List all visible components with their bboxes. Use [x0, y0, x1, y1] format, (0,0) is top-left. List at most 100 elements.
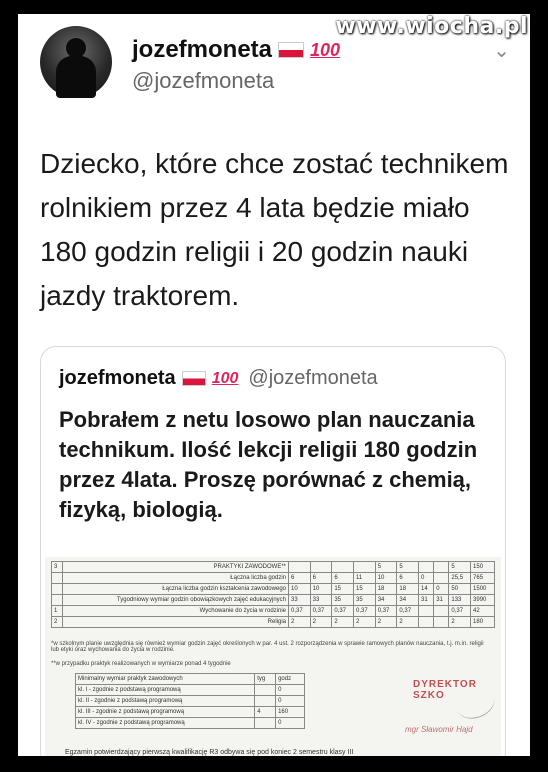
table-row: kl. IV - zgodnie z podstawą programową 0 [74, 717, 305, 729]
table-row: Łączna liczba godzin 6 6 6 11 10 6 0 25,5 765 [51, 572, 495, 584]
table-cell: 2 [51, 616, 63, 628]
table-cell: Łączna liczba godzin [61, 572, 290, 584]
table-cell: 0,37 [331, 605, 355, 617]
table-cell: 2 [309, 616, 333, 628]
table-cell: 0 [275, 695, 305, 707]
avatar[interactable] [40, 26, 112, 98]
table-cell: 50 [448, 583, 472, 595]
document-image: 3 PRAKTYKI ZAWODOWE** 5 5 5 150 Łączna liczba … [45, 557, 501, 756]
table-cell: kl. II - zgodnie z podstawą programową [74, 695, 256, 707]
table-row: Łączna liczba godzin kształcenia zawodow… [51, 583, 495, 595]
table-cell: 35 [353, 594, 376, 606]
quoted-author-row: jozefmoneta 100 @jozefmoneta [59, 367, 378, 390]
practice-table: Minimalny wymiar praktyk zawodowych tyg go… [74, 673, 305, 729]
table-row: kl. I - zgodnie z podstawą programową 0 [74, 684, 305, 696]
table-cell: Łączna liczba godzin kształcenia zawodow… [61, 583, 290, 595]
curriculum-table: 3 PRAKTYKI ZAWODOWE** 5 5 5 150 Łączna liczba … [51, 561, 495, 628]
table-cell: 0,37 [448, 605, 472, 617]
author-row: jozefmoneta 100 [132, 36, 340, 64]
table-cell: 133 [448, 594, 472, 606]
table-cell: 2 [396, 616, 420, 628]
table-row: 1 Wychowanie do życia w rodzinie 0,37 0,37 0… [51, 605, 495, 617]
table-cell: tyg [254, 673, 277, 685]
table-cell: 34 [374, 594, 398, 606]
table-cell [433, 572, 450, 584]
table-cell: 0,37 [396, 605, 420, 617]
table-cell: 33 [288, 594, 311, 606]
document-note: **w przypadku praktyk realizowanych w wy… [51, 661, 231, 667]
document-note: *w szkolnym planie uwzględnia się równie… [51, 641, 484, 653]
table-cell: 765 [470, 572, 495, 584]
table-cell: 5 [448, 561, 472, 573]
table-cell: 11 [353, 572, 376, 584]
table-cell: 15 [353, 583, 376, 595]
table-cell: 31 [433, 594, 450, 606]
quoted-author-name: jozefmoneta [59, 367, 176, 389]
tweet-text: Dziecko, które chce zostać technikem rol… [40, 148, 509, 311]
table-cell: 4 [254, 706, 277, 718]
table-cell [433, 616, 450, 628]
table-cell: 0,37 [353, 605, 376, 617]
table-cell: 35 [331, 594, 355, 606]
table-row: Minimalny wymiar praktyk zawodowych tyg go… [74, 673, 305, 685]
poland-flag-icon [181, 371, 206, 386]
table-cell [309, 561, 333, 573]
hundred-points-icon: 100 [310, 39, 341, 60]
table-cell: 150 [470, 561, 495, 573]
document-footer: Egzamin potwierdzający pierwszą kwalifik… [65, 749, 354, 756]
table-cell: 6 [288, 572, 311, 584]
table-cell: 2 [331, 616, 355, 628]
table-cell: 3990 [470, 594, 495, 606]
table-cell: 18 [396, 583, 420, 595]
table-cell: 33 [309, 594, 333, 606]
table-cell: 3 [51, 561, 63, 573]
table-cell: kl. III - zgodnie z podstawą programową [74, 706, 256, 718]
table-cell [254, 684, 277, 696]
quoted-tweet-text: Pobrałem z netu losowo plan nauczania te… [59, 407, 478, 522]
table-cell: 10 [309, 583, 333, 595]
table-row: 3 PRAKTYKI ZAWODOWE** 5 5 5 150 [51, 561, 495, 573]
table-cell [331, 561, 355, 573]
table-cell: 10 [288, 583, 311, 595]
table-cell: Religia [61, 616, 290, 628]
table-cell [51, 583, 63, 595]
table-cell: 31 [418, 594, 435, 606]
table-cell: 2 [448, 616, 472, 628]
table-cell: 1 [51, 605, 63, 617]
table-cell: kl. IV - zgodnie z podstawą programową [74, 717, 256, 729]
table-cell: 1500 [470, 583, 495, 595]
author-handle[interactable]: @jozefmoneta [132, 68, 274, 94]
table-cell: PRAKTYKI ZAWODOWE** [61, 561, 290, 573]
table-cell: 6 [396, 572, 420, 584]
table-cell [433, 605, 450, 617]
table-cell [353, 561, 376, 573]
hundred-points-icon: 100 [211, 369, 239, 387]
table-cell: Minimalny wymiar praktyk zawodowych [74, 673, 256, 685]
quoted-author-handle: @jozefmoneta [248, 367, 378, 389]
table-cell: kl. I - zgodnie z podstawą programową [74, 684, 256, 696]
chevron-down-icon[interactable]: ⌄ [493, 38, 510, 63]
table-cell: 10 [374, 572, 398, 584]
table-cell [418, 561, 435, 573]
table-cell: 25,5 [448, 572, 472, 584]
table-cell: 34 [396, 594, 420, 606]
table-cell [254, 695, 277, 707]
table-cell [418, 605, 435, 617]
table-cell: 14 [418, 583, 435, 595]
poland-flag-icon [278, 42, 305, 58]
table-cell: 0,37 [288, 605, 311, 617]
table-cell: 42 [470, 605, 495, 617]
table-cell [418, 616, 435, 628]
table-cell: 0 [275, 717, 305, 729]
quoted-tweet[interactable]: jozefmoneta 100 @jozefmoneta Pobrałem z … [40, 346, 506, 756]
table-cell: 5 [374, 561, 398, 573]
table-cell: 0 [433, 583, 450, 595]
author-name[interactable]: jozefmoneta [132, 36, 272, 64]
table-cell: 180 [470, 616, 495, 628]
table-cell: Wychowanie do życia w rodzinie [61, 605, 290, 617]
table-cell: 5 [396, 561, 420, 573]
table-cell: 2 [288, 616, 311, 628]
table-row: kl. II - zgodnie z podstawą programową 0 [74, 695, 305, 707]
signature-name: mgr Sławomir Hajd [405, 725, 473, 734]
table-row: Tygodniowy wymiar godzin obowiązkowych z… [51, 594, 495, 606]
